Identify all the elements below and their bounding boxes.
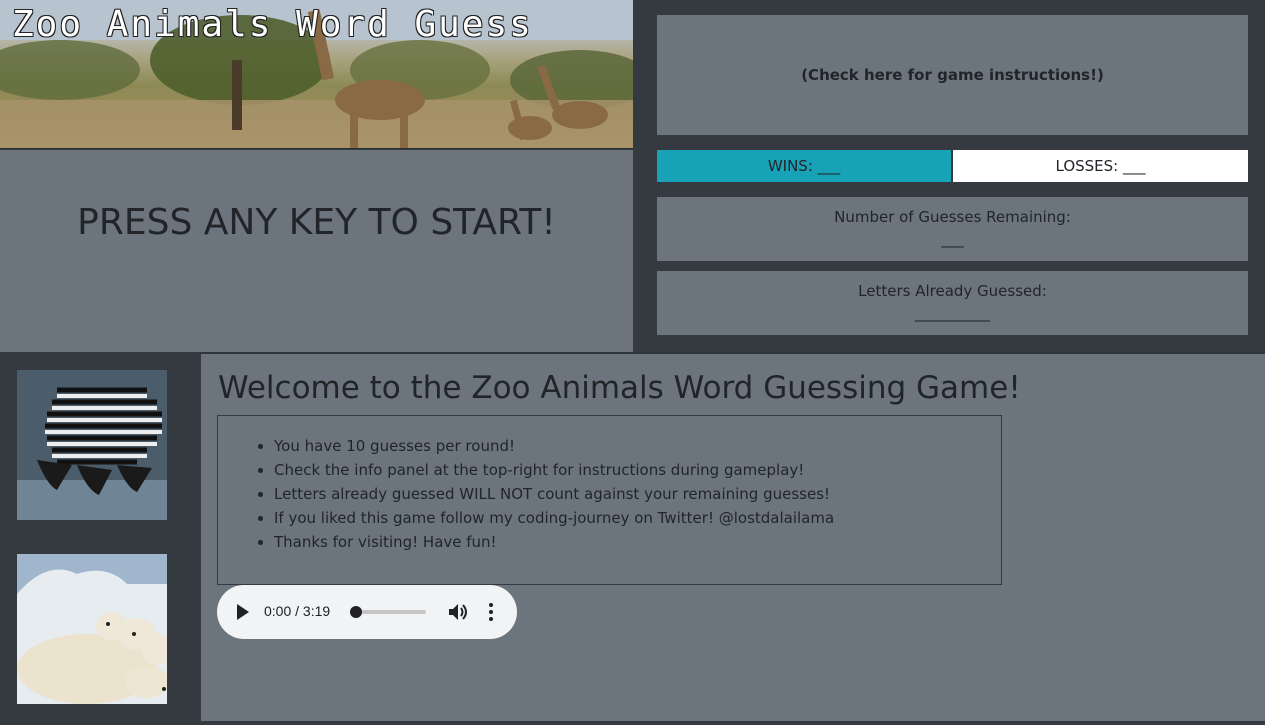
- letters-guessed-label: Letters Already Guessed:: [858, 282, 1047, 300]
- guesses-remaining-value: ___: [941, 230, 964, 248]
- audio-player[interactable]: 0:00 / 3:19: [217, 585, 517, 639]
- letters-guessed-panel: Letters Already Guessed: __________: [657, 271, 1248, 335]
- rules-list: You have 10 guesses per round! Check the…: [274, 434, 1001, 554]
- guesses-remaining-label: Number of Guesses Remaining:: [834, 208, 1071, 226]
- polar-bear-image: [17, 554, 167, 704]
- banner-image: Zoo Animals Word Guess: [0, 0, 633, 149]
- instructions-panel[interactable]: (Check here for game instructions!): [657, 15, 1248, 135]
- list-item: Letters already guessed WILL NOT count a…: [274, 482, 1001, 506]
- guesses-remaining-panel: Number of Guesses Remaining: ___: [657, 197, 1248, 261]
- welcome-heading: Welcome to the Zoo Animals Word Guessing…: [218, 370, 1021, 406]
- zebra-image: [17, 370, 167, 520]
- start-panel: PRESS ANY KEY TO START!: [0, 150, 633, 352]
- volume-icon[interactable]: [448, 602, 470, 622]
- list-item: Thanks for visiting! Have fun!: [274, 530, 1001, 554]
- list-item: If you liked this game follow my coding-…: [274, 506, 1001, 530]
- audio-time: 0:00 / 3:19: [264, 603, 331, 619]
- play-icon[interactable]: [235, 602, 251, 622]
- start-prompt: PRESS ANY KEY TO START!: [77, 202, 556, 243]
- audio-progress-slider[interactable]: [350, 606, 428, 618]
- rules-box: You have 10 guesses per round! Check the…: [217, 415, 1002, 585]
- list-item: You have 10 guesses per round!: [274, 434, 1001, 458]
- wins-counter: WINS: ___: [657, 150, 951, 182]
- more-options-icon[interactable]: [483, 602, 499, 622]
- losses-counter: LOSSES: ___: [953, 150, 1248, 182]
- page-title: Zoo Animals Word Guess: [12, 4, 533, 45]
- list-item: Check the info panel at the top-right fo…: [274, 458, 1001, 482]
- letters-guessed-value: __________: [915, 304, 990, 322]
- progress-knob[interactable]: [350, 606, 362, 618]
